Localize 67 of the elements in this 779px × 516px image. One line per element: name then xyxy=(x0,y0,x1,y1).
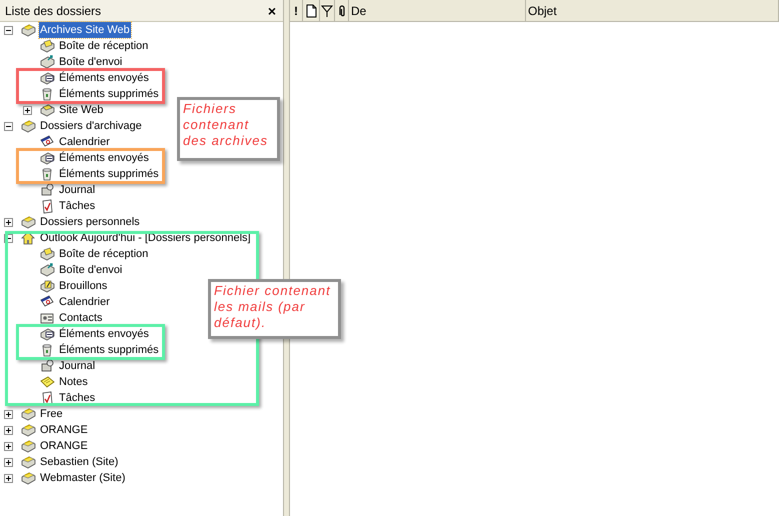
folder-item[interactable]: Éléments supprimés xyxy=(58,86,160,102)
folder-item[interactable]: Outlook Aujourd'hui - [Dossiers personnels] xyxy=(39,230,252,246)
folder-item[interactable]: Dossiers d'archivage xyxy=(39,118,143,134)
folder-item[interactable]: Éléments supprimés xyxy=(58,342,160,358)
pane-title: Liste des dossiers xyxy=(5,2,102,20)
folder-item[interactable]: Boîte de réception xyxy=(58,246,150,262)
folder-item[interactable]: ORANGE xyxy=(39,422,89,438)
collapse-toggle[interactable] xyxy=(4,122,13,130)
folder-item[interactable]: Archives Site Web xyxy=(39,22,131,38)
expand-toggle[interactable] xyxy=(4,218,13,226)
expand-toggle[interactable] xyxy=(4,426,13,434)
folder-item[interactable]: Contacts xyxy=(58,310,104,326)
folder-item[interactable]: Calendrier xyxy=(58,294,111,310)
expand-toggle[interactable] xyxy=(4,410,13,418)
folder-item[interactable]: ORANGE xyxy=(39,438,89,454)
folder-item[interactable]: Brouillons xyxy=(58,278,108,294)
folder-item[interactable]: Éléments envoyés xyxy=(58,70,150,86)
folder-item[interactable]: Notes xyxy=(58,374,89,390)
callout-note: Fichier contenant les mails (par défaut). xyxy=(208,279,341,339)
folder-item[interactable]: Boîte d'envoi xyxy=(58,54,124,70)
drafts-icon xyxy=(39,278,55,294)
journal-icon xyxy=(39,358,55,374)
expand-toggle[interactable] xyxy=(4,458,13,466)
folder-item[interactable]: Éléments envoyés xyxy=(58,150,150,166)
folder-icon xyxy=(20,214,36,230)
folder-icon xyxy=(39,102,55,118)
outbox-icon xyxy=(39,54,55,70)
sent-folder-icon xyxy=(39,326,55,342)
folder-icon xyxy=(20,438,36,454)
folder-item[interactable]: Tâches xyxy=(58,390,96,406)
folder-item[interactable]: Éléments supprimés xyxy=(58,166,160,182)
outbox-icon xyxy=(39,262,55,278)
folder-icon xyxy=(20,406,36,422)
journal-icon xyxy=(39,182,55,198)
collapse-toggle[interactable] xyxy=(4,26,13,34)
folder-item[interactable]: Éléments envoyés xyxy=(58,326,150,342)
folder-item[interactable]: Dossiers personnels xyxy=(39,214,141,230)
inbox-icon xyxy=(39,246,55,262)
folder-item[interactable]: Calendrier xyxy=(58,134,111,150)
folder-icon xyxy=(20,118,36,134)
callout-note: Fichiers contenant des archives xyxy=(177,97,280,161)
folder-icon xyxy=(20,22,36,38)
column-header[interactable]: ! xyxy=(290,0,303,21)
folder-icon xyxy=(20,470,36,486)
flag-icon xyxy=(319,2,335,18)
folder-item[interactable]: Site Web xyxy=(58,102,104,118)
folder-item[interactable]: Boîte d'envoi xyxy=(58,262,124,278)
close-button[interactable]: × xyxy=(266,4,278,18)
sent-folder-icon xyxy=(39,70,55,86)
expand-toggle[interactable] xyxy=(23,106,32,114)
expand-toggle[interactable] xyxy=(4,474,13,482)
expand-toggle[interactable] xyxy=(4,442,13,450)
folder-item[interactable]: Journal xyxy=(58,182,96,198)
column-header[interactable]: De xyxy=(349,0,526,21)
folder-item[interactable]: Boîte de réception xyxy=(58,38,150,54)
folder-item[interactable]: Journal xyxy=(58,358,96,374)
sent-folder-icon xyxy=(39,150,55,166)
folder-item[interactable]: Sebastien (Site) xyxy=(39,454,120,470)
column-header[interactable] xyxy=(320,0,335,21)
folder-item[interactable]: Tâches xyxy=(58,198,96,214)
folder-item[interactable]: Free xyxy=(39,406,64,422)
inbox-icon xyxy=(39,38,55,54)
note-icon xyxy=(39,374,55,390)
column-header[interactable]: Objet xyxy=(526,0,779,21)
folder-icon xyxy=(20,454,36,470)
folder-item[interactable]: Webmaster (Site) xyxy=(39,470,126,486)
folder-icon xyxy=(20,422,36,438)
